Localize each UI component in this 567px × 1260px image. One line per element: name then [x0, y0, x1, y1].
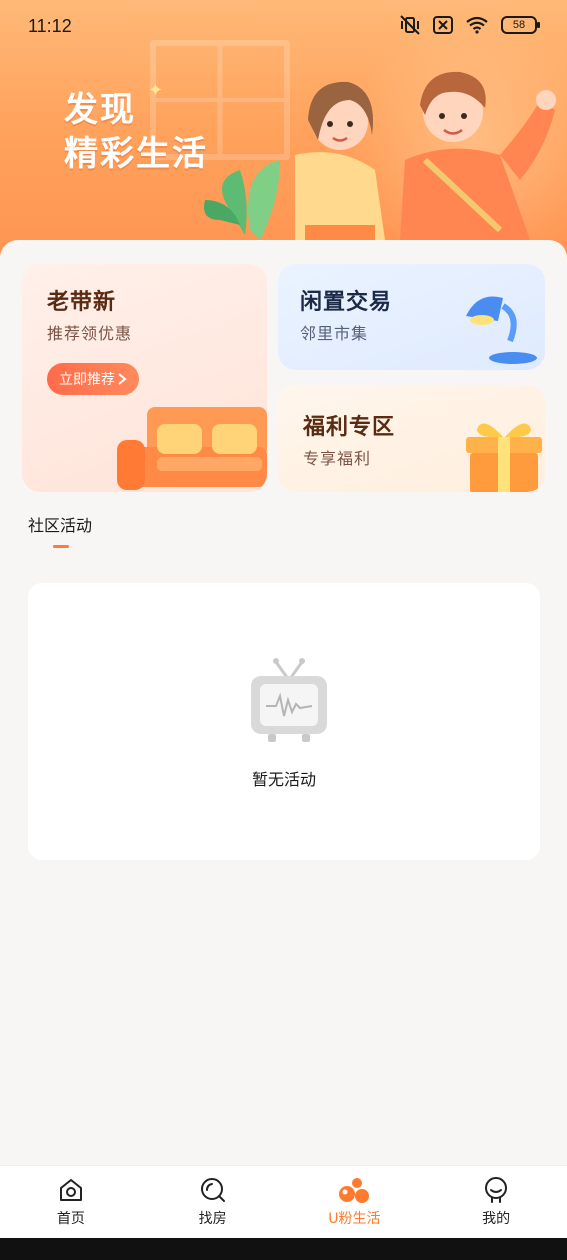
nav-item-home[interactable]: 首页	[0, 1166, 142, 1238]
lamp-illustration	[466, 296, 537, 364]
profile-icon	[485, 1177, 508, 1203]
home-icon	[59, 1179, 82, 1201]
plant-illustration	[204, 160, 280, 240]
hero-title-line1: 发现	[64, 90, 136, 130]
referral-card-title: 老带新	[47, 290, 117, 315]
status-time: 11:12	[28, 16, 72, 36]
gift-illustration	[466, 423, 542, 492]
chevron-right-icon	[118, 373, 127, 385]
hero-title: 发现 精彩生活	[64, 88, 208, 176]
referral-card[interactable]: 老带新 推荐领优惠 立即推荐	[22, 264, 267, 492]
empty-state-text: 暂无活动	[251, 770, 316, 789]
bottom-nav: 首页 找房 U粉生活 我的	[0, 1165, 567, 1238]
nav-label-ufen-life: U粉生活	[328, 1211, 381, 1227]
tv-empty-icon	[251, 658, 327, 742]
welfare-card-title: 福利专区	[303, 415, 396, 440]
recommend-now-button[interactable]: 立即推荐	[47, 363, 139, 395]
nav-label-home: 首页	[56, 1211, 85, 1227]
secondhand-card[interactable]: 闲置交易 邻里市集	[278, 264, 545, 370]
battery-icon: 58	[501, 16, 540, 34]
empty-state-card: 暂无活动	[28, 583, 540, 860]
nav-label-find-house: 找房	[198, 1211, 227, 1227]
sim-off-icon	[433, 16, 453, 34]
nav-item-find-house[interactable]: 找房	[142, 1166, 284, 1238]
woman-illustration	[295, 81, 385, 255]
recommend-now-label: 立即推荐	[59, 372, 115, 388]
system-navigation-bar	[0, 1238, 567, 1260]
tab-community-activities[interactable]: 社区活动	[28, 512, 92, 536]
status-icons: 58	[399, 15, 540, 35]
ufen-life-icon	[339, 1178, 370, 1203]
main-content: 老带新 推荐领优惠 立即推荐 闲置交易 邻里市集 福利专区 专享福利 社区活动 …	[0, 240, 567, 1165]
wifi-icon	[466, 16, 488, 34]
tab-underline	[53, 545, 69, 548]
sofa-illustration	[117, 407, 267, 490]
welfare-card-subtitle: 专享福利	[303, 449, 372, 468]
secondhand-card-title: 闲置交易	[300, 290, 393, 315]
vibrate-off-icon	[400, 15, 420, 35]
nav-item-ufen-life[interactable]: U粉生活	[284, 1166, 426, 1238]
welfare-card[interactable]: 福利专区 专享福利	[278, 385, 545, 492]
search-icon	[200, 1178, 225, 1202]
secondhand-card-subtitle: 邻里市集	[300, 324, 369, 343]
hero-title-line2: 精彩生活	[64, 134, 208, 174]
nav-item-mine[interactable]: 我的	[425, 1166, 567, 1238]
status-bar: 11:12 58	[0, 0, 567, 54]
referral-card-subtitle: 推荐领优惠	[47, 324, 133, 343]
man-illustration	[400, 71, 556, 240]
nav-label-mine: 我的	[482, 1211, 511, 1227]
